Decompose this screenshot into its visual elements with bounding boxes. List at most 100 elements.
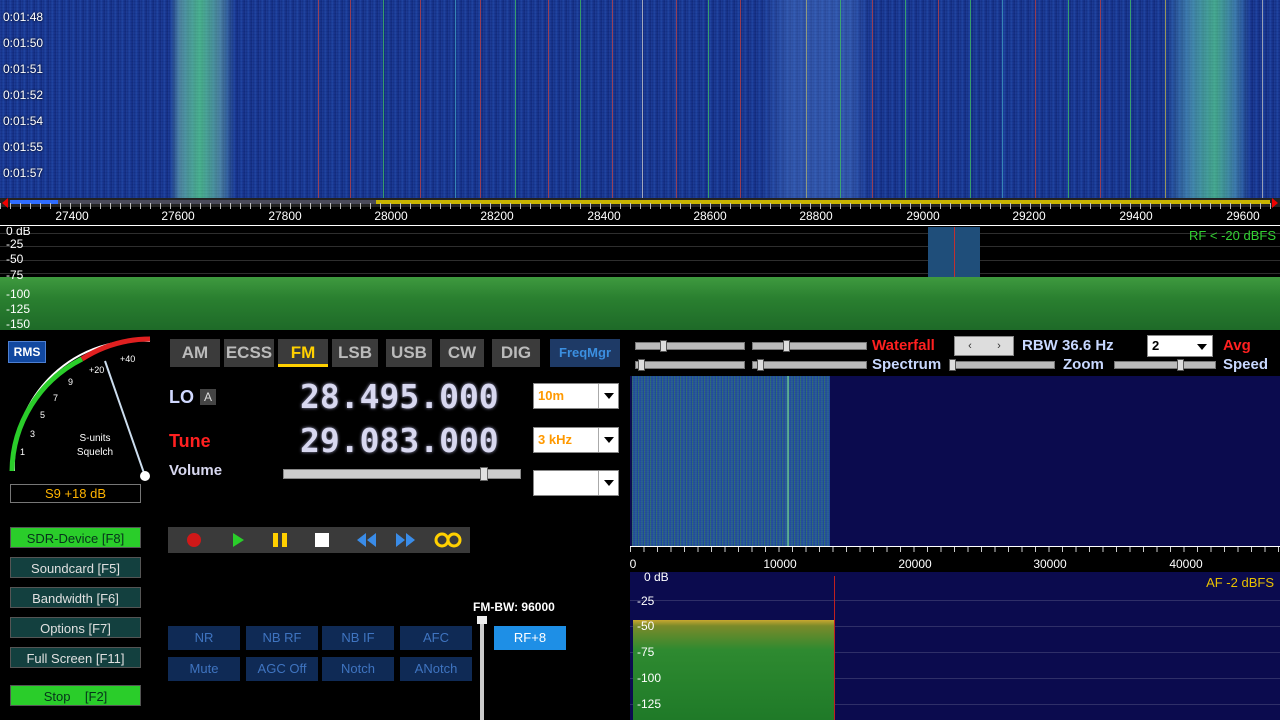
freq-label: 27600 <box>161 209 195 223</box>
sdr-app: 0:01:48 0:01:50 0:01:51 0:01:52 0:01:54 … <box>0 0 1280 720</box>
band-select[interactable]: 10m <box>533 383 619 409</box>
sdr-device-button[interactable]: SDR-Device [F8] <box>10 527 141 548</box>
notch-button[interactable]: Notch <box>322 657 394 681</box>
mode-lsb[interactable]: LSB <box>332 339 378 367</box>
rbw-label: RBW 36.6 Hz <box>1022 337 1114 354</box>
agc-off-button[interactable]: AGC Off <box>246 657 318 681</box>
slider-thumb[interactable] <box>949 359 956 371</box>
waterfall-contrast-slider[interactable] <box>635 340 745 352</box>
waterfall-carrier-line <box>420 0 421 198</box>
af-waterfall[interactable] <box>630 376 1280 546</box>
rms-button[interactable]: RMS <box>8 341 46 363</box>
pause-icon[interactable] <box>262 527 298 553</box>
chevron-left-icon[interactable]: ‹ <box>956 337 984 355</box>
mode-ecss[interactable]: ECSS <box>224 339 274 367</box>
nb-rf-button[interactable]: NB RF <box>246 626 318 650</box>
slider-thumb[interactable] <box>757 359 764 371</box>
speed-slider[interactable] <box>1114 359 1216 371</box>
loop-icon[interactable] <box>430 527 466 553</box>
waterfall-carrier-line <box>642 0 643 198</box>
zoom-label: Zoom <box>1063 356 1104 373</box>
nr-button[interactable]: NR <box>168 626 240 650</box>
rewind-icon[interactable] <box>348 527 384 553</box>
af-level-status: AF -2 dBFS <box>1206 575 1274 590</box>
spectrum-contrast-slider[interactable] <box>635 359 745 371</box>
af-db-label: -125 <box>637 697 662 711</box>
af-scale-ticks <box>630 547 1280 552</box>
audio-select[interactable] <box>533 470 619 496</box>
slider-thumb[interactable] <box>660 340 667 352</box>
volume-label: Volume <box>169 462 223 479</box>
slider-thumb[interactable] <box>783 340 790 352</box>
scroll-right-arrow-icon[interactable] <box>1272 198 1278 208</box>
chevron-right-icon[interactable]: › <box>985 337 1013 355</box>
af-cutoff-marker[interactable] <box>834 576 835 720</box>
db-label: -125 <box>6 302 31 316</box>
waterfall-brightness-slider[interactable] <box>752 340 867 352</box>
slider-thumb[interactable] <box>1177 359 1184 371</box>
soundcard-button[interactable]: Soundcard [F5] <box>10 557 141 578</box>
waterfall-carrier-line <box>350 0 351 198</box>
grid-line <box>630 600 1280 601</box>
record-icon[interactable] <box>176 527 212 553</box>
waterfall-carrier-line <box>1130 0 1131 198</box>
anotch-button[interactable]: ANotch <box>400 657 472 681</box>
rf-plus-8-button[interactable]: RF+8 <box>494 626 566 650</box>
spectrum-trace <box>0 277 1280 330</box>
rf-waterfall[interactable]: 0:01:48 0:01:50 0:01:51 0:01:52 0:01:54 … <box>0 0 1280 198</box>
tune-marker <box>954 227 955 279</box>
chevron-down-icon <box>598 384 618 408</box>
zoom-slider[interactable] <box>949 359 1055 371</box>
lo-frequency-display[interactable]: 28.495.000 <box>300 377 499 416</box>
freq-label: 29400 <box>1119 209 1153 223</box>
nb-if-button[interactable]: NB IF <box>322 626 394 650</box>
waterfall-carrier-line <box>480 0 481 198</box>
full-screen-button[interactable]: Full Screen [F11] <box>10 647 141 668</box>
fm-bandwidth-label: FM-BW: 96000 <box>473 600 555 614</box>
step-select[interactable]: 3 kHz <box>533 427 619 453</box>
rf-level-status: RF < -20 dBFS <box>1188 228 1276 243</box>
af-spectrum[interactable]: 0 dB -25 -50 -75 -100 -125 AF -2 dBFS <box>630 572 1280 720</box>
rf-frequency-scale[interactable]: 27400 27600 27800 28000 28200 28400 2860… <box>0 198 1280 226</box>
stop-button[interactable]: Stop [F2] <box>10 685 141 706</box>
play-icon[interactable] <box>220 527 256 553</box>
time-label: 0:01:52 <box>3 88 44 102</box>
options-button[interactable]: Options [F7] <box>10 617 141 638</box>
fm-bandwidth-slider[interactable] <box>477 616 487 720</box>
rf-spectrum[interactable]: 0 dB -25 -50 -75 -100 -125 -150 RF < -20… <box>0 227 1280 330</box>
bandwidth-button[interactable]: Bandwidth [F6] <box>10 587 141 608</box>
mode-cw[interactable]: CW <box>440 339 484 367</box>
lo-a-tag[interactable]: A <box>200 389 216 405</box>
af-db-label: -50 <box>637 619 655 633</box>
volume-slider[interactable] <box>283 467 521 481</box>
waterfall-step-buttons[interactable]: ‹ › <box>954 336 1014 356</box>
spectrum-label: Spectrum <box>872 356 942 373</box>
mode-fm[interactable]: FM <box>278 339 328 367</box>
fast-forward-icon[interactable] <box>388 527 424 553</box>
stop-icon[interactable] <box>304 527 340 553</box>
meter-scale-label: 9 <box>68 377 73 387</box>
af-freq-label: 10000 <box>763 557 797 571</box>
freq-manager-button[interactable]: FreqMgr <box>550 339 620 367</box>
mode-am[interactable]: AM <box>170 339 220 367</box>
waterfall-carrier-line <box>840 0 841 198</box>
waterfall-carrier-line <box>938 0 939 198</box>
tune-frequency-display[interactable]: 29.083.000 <box>300 421 499 460</box>
mode-dig[interactable]: DIG <box>492 339 540 367</box>
af-waterfall-carrier <box>787 376 789 546</box>
meter-scale-label: +20 <box>89 365 104 375</box>
tuned-bandwidth-highlight[interactable] <box>928 227 980 279</box>
freq-label: 28800 <box>799 209 833 223</box>
fm-bandwidth-slider-thumb[interactable] <box>477 616 487 624</box>
mute-button[interactable]: Mute <box>168 657 240 681</box>
spectrum-brightness-slider[interactable] <box>752 359 867 371</box>
af-freq-label: 40000 <box>1169 557 1203 571</box>
volume-slider-thumb[interactable] <box>480 467 488 481</box>
scroll-left-arrow-icon[interactable] <box>2 198 8 208</box>
af-freq-label: 30000 <box>1033 557 1067 571</box>
chevron-down-icon <box>598 471 618 495</box>
mode-usb[interactable]: USB <box>386 339 432 367</box>
avg-select[interactable]: 2 <box>1147 335 1213 357</box>
afc-button[interactable]: AFC <box>400 626 472 650</box>
slider-thumb[interactable] <box>638 359 645 371</box>
